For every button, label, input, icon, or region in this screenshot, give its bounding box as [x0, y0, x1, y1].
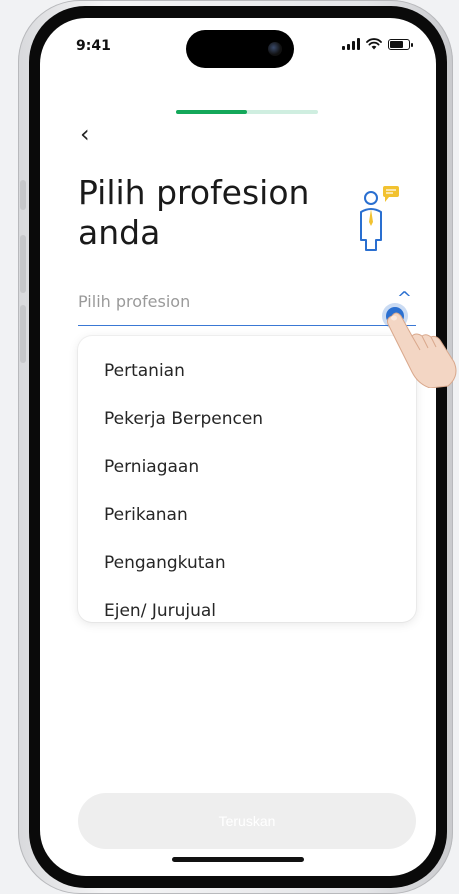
progress-bar: [176, 110, 318, 114]
pointing-hand-icon: [387, 312, 457, 388]
phone-side-button: [20, 235, 26, 293]
wifi-icon: [366, 38, 382, 50]
dynamic-island: [186, 30, 294, 68]
select-placeholder: Pilih profesion: [78, 292, 191, 311]
app-screen: 9:41 ‹ Pilih profesion anda Pilih profes…: [40, 18, 436, 876]
status-icons: [342, 38, 413, 50]
battery-icon: [388, 38, 413, 50]
dropdown-option[interactable]: Pengangkutan: [78, 539, 416, 587]
progress-fill: [176, 110, 247, 114]
status-time: 9:41: [76, 38, 111, 54]
dropdown-option[interactable]: Ejen/ Jurujual: [78, 587, 416, 622]
dropdown-option[interactable]: Perniagaan: [78, 443, 416, 491]
profession-dropdown: Pertanian Pekerja Berpencen Perniagaan P…: [78, 336, 416, 622]
phone-side-button: [20, 305, 26, 363]
home-indicator: [172, 857, 304, 862]
dropdown-option[interactable]: Pertanian: [78, 347, 416, 395]
signal-icon: [342, 38, 360, 50]
dropdown-option[interactable]: Pekerja Berpencen: [78, 395, 416, 443]
profession-icon: [360, 186, 399, 251]
page-title: Pilih profesion anda: [78, 173, 310, 252]
back-button[interactable]: ‹: [80, 122, 90, 146]
dropdown-option[interactable]: Perikanan: [78, 491, 416, 539]
continue-button[interactable]: Teruskan: [78, 793, 416, 849]
camera-icon: [268, 42, 282, 56]
phone-side-button: [20, 180, 26, 210]
back-icon: ‹: [80, 120, 90, 148]
profession-select[interactable]: Pilih profesion ^: [78, 288, 416, 326]
